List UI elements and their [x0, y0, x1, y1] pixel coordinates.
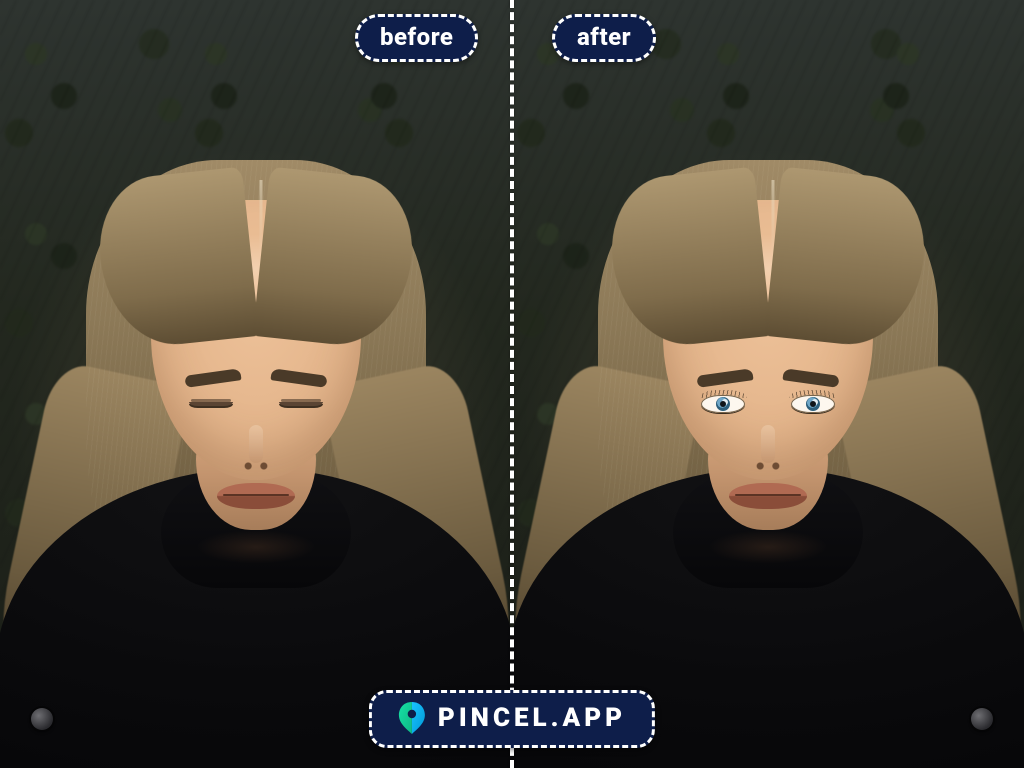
head	[151, 200, 361, 480]
eye-right-closed	[279, 395, 323, 413]
brand-badge: PINCEL.APP	[369, 690, 655, 748]
mouth	[729, 483, 807, 509]
chin-shadow	[196, 530, 316, 564]
brand-name: PINCEL.APP	[438, 703, 626, 733]
before-label: before	[355, 14, 478, 62]
comparison-divider	[510, 0, 514, 768]
pincel-logo-icon	[398, 701, 426, 735]
before-after-comparison: before after PINCEL.AP	[0, 0, 1024, 768]
chin-shadow	[708, 530, 828, 564]
before-panel	[0, 0, 512, 768]
head	[663, 200, 873, 480]
nose	[751, 425, 785, 471]
after-panel	[512, 0, 1024, 768]
eye-left-closed	[189, 395, 233, 413]
after-label: after	[552, 14, 656, 62]
eye-left-open	[701, 395, 745, 413]
mouth	[217, 483, 295, 509]
person-after	[538, 120, 998, 768]
eye-right-open	[791, 395, 835, 413]
person-before	[26, 120, 486, 768]
nose	[239, 425, 273, 471]
